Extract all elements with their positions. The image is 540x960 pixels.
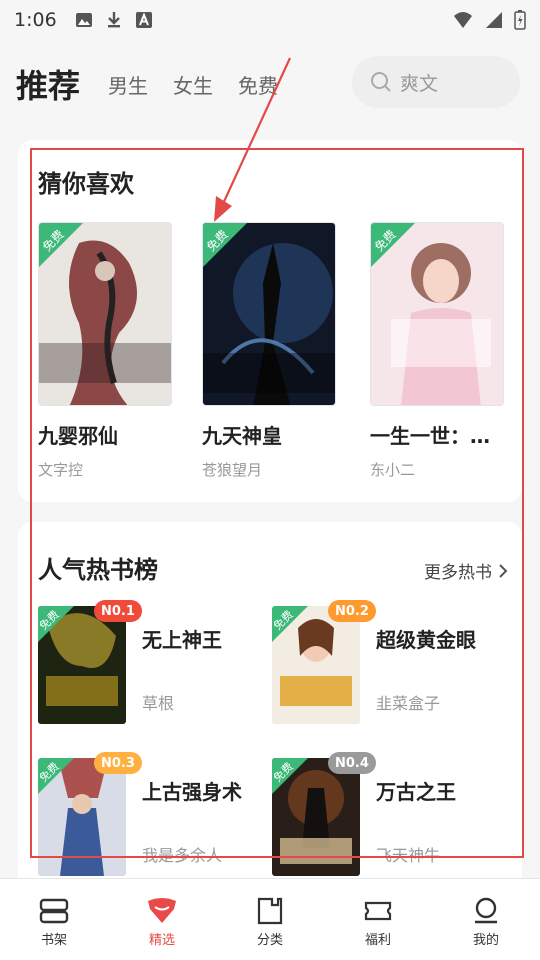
tab-female[interactable]: 女生 (173, 70, 213, 99)
hot-book-author: 韭菜盒子 (376, 694, 441, 713)
hot-book-title: 万古之王 (376, 780, 456, 804)
image-icon (75, 13, 92, 27)
status-bar: 1:06 (0, 0, 540, 40)
hot-list-item[interactable]: 免费 N0.4 万古之王 飞天神牛 (272, 752, 502, 878)
rank-badge: N0.3 (94, 752, 142, 774)
book-author: 文字控 (38, 461, 84, 479)
book-title: 九婴邪仙 (38, 424, 118, 448)
hot-list-item[interactable]: 免费 N0.1 无上神王 草根 (38, 600, 268, 726)
more-hot-books-label: 更多热书 (424, 563, 492, 583)
search-placeholder: 爽文 (400, 72, 439, 95)
book-author: 东小二 (370, 461, 416, 479)
search-icon (371, 72, 391, 92)
hot-book-title: 无上神王 (142, 628, 222, 652)
tab-label: 分类 (256, 933, 283, 948)
book-cover[interactable]: 免费 (272, 758, 360, 876)
book-cover[interactable]: 免费 (38, 606, 126, 724)
hot-list-title: 人气热书榜 (38, 556, 158, 584)
font-icon (135, 12, 152, 28)
bottom-tab-bar: 书架 精选 分类 福利 我的 (0, 878, 540, 960)
book-item[interactable]: 免费 九婴邪仙 文字控 (38, 222, 174, 480)
tab-welfare[interactable]: 福利 (324, 879, 432, 960)
recommend-title: 猜你喜欢 (38, 170, 134, 198)
book-title: 九天神皇 (202, 424, 282, 448)
tab-label: 福利 (364, 933, 391, 948)
tab-category[interactable]: 分类 (216, 879, 324, 960)
tab-bookshelf[interactable]: 书架 (0, 879, 108, 960)
more-hot-books-link[interactable]: 更多热书 (424, 558, 508, 583)
hot-list-item[interactable]: 免费 N0.3 上古强身术 我是多余人 (38, 752, 268, 878)
book-item[interactable]: 免费 九天神皇 苍狼望月 (202, 222, 338, 480)
book-cover[interactable]: 免费 (370, 222, 504, 406)
profile-icon (475, 897, 497, 924)
hot-book-author: 我是多余人 (142, 846, 223, 865)
rank-badge: N0.2 (328, 600, 376, 622)
book-title: 一生一世：… (370, 424, 490, 448)
chevron-right-icon (499, 563, 508, 578)
download-icon (107, 12, 120, 28)
status-time: 1:06 (14, 9, 57, 31)
top-nav: 推荐 男生 女生 免费 (16, 56, 303, 112)
tab-featured[interactable]: 精选 (108, 879, 216, 960)
book-cover[interactable]: 免费 (38, 758, 126, 876)
hot-book-author: 飞天神牛 (376, 846, 441, 865)
hot-book-title: 超级黄金眼 (376, 628, 476, 652)
wifi-icon (454, 12, 472, 28)
tab-label: 精选 (148, 933, 175, 948)
tab-recommend[interactable]: 推荐 (16, 61, 80, 107)
featured-icon (148, 898, 176, 923)
recommend-card: 猜你喜欢 免费 九婴邪仙 文字控 免费 九天神皇 苍狼望月 免费 一生一世：… … (18, 140, 522, 502)
hot-list-card: 人气热书榜 更多热书 免费 N0.1 无上神王 草根 免费 N0.2 超级黄金眼… (18, 522, 522, 892)
tab-profile[interactable]: 我的 (432, 879, 540, 960)
tab-male[interactable]: 男生 (108, 70, 148, 99)
hot-book-author: 草根 (142, 694, 175, 713)
book-author: 苍狼望月 (202, 461, 263, 479)
tab-label: 书架 (40, 933, 67, 948)
rank-badge: N0.4 (328, 752, 376, 774)
bookshelf-icon (39, 898, 69, 924)
welfare-icon (364, 901, 392, 921)
tab-free[interactable]: 免费 (238, 70, 278, 99)
book-item[interactable]: 免费 一生一世：… 东小二 (370, 222, 506, 480)
category-icon (257, 897, 283, 925)
tab-label: 我的 (472, 933, 499, 948)
book-cover[interactable]: 免费 (272, 606, 360, 724)
book-cover[interactable]: 免费 (202, 222, 336, 406)
hot-book-title: 上古强身术 (142, 780, 242, 804)
battery-icon (514, 10, 526, 30)
hot-list-item[interactable]: 免费 N0.2 超级黄金眼 韭菜盒子 (272, 600, 502, 726)
book-cover[interactable]: 免费 (38, 222, 172, 406)
signal-icon (486, 12, 502, 28)
search-input[interactable]: 爽文 (352, 56, 520, 108)
rank-badge: N0.1 (94, 600, 142, 622)
